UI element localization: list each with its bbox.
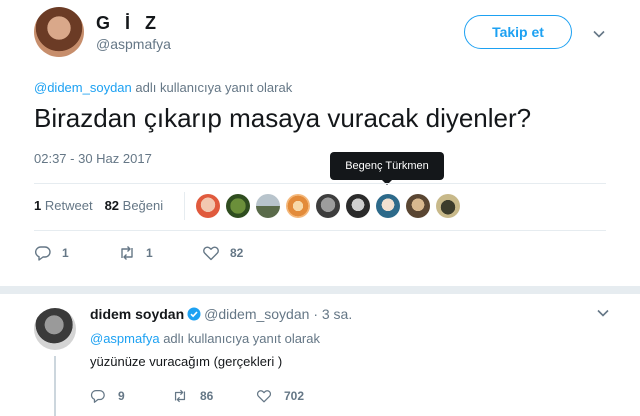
reply-context-text: adlı kullanıcıya yanıt olarak <box>163 331 320 346</box>
like-label: Beğeni <box>122 198 164 213</box>
reply-tweet[interactable]: didem soydan @didem_soydan · 3 sa. @aspma… <box>0 294 640 416</box>
like-button[interactable]: 82 <box>202 243 243 263</box>
like-button[interactable]: 702 <box>256 386 304 406</box>
reply-button[interactable]: 9 <box>90 386 125 406</box>
reply-time[interactable]: · 3 sa. <box>313 306 352 322</box>
reply-icon <box>90 390 105 403</box>
heart-icon <box>203 246 219 261</box>
liker-avatar[interactable] <box>286 194 310 218</box>
liker-avatar[interactable] <box>256 194 280 218</box>
retweet-icon <box>121 246 133 260</box>
follow-button[interactable]: Takip et <box>464 15 572 49</box>
like-count: 82 <box>104 198 120 213</box>
retweet-count: 1 <box>146 246 153 260</box>
reply-button[interactable]: 1 <box>34 243 69 263</box>
handle[interactable]: @aspmafya <box>96 36 171 52</box>
thread-separator <box>0 286 640 294</box>
reply-icon <box>35 246 51 261</box>
reply-text: yüzünüze vuracağım (gerçekleri ) <box>90 354 283 369</box>
retweet-stat[interactable]: 1 Retweet <box>34 198 93 213</box>
reply-mention-link[interactable]: @didem_soydan <box>34 80 132 95</box>
display-name[interactable]: G İ Z <box>96 13 161 34</box>
tweet-stats: 1 Retweet 82 Beğeni <box>34 198 163 213</box>
thread-line <box>54 356 56 416</box>
like-stat[interactable]: 82 Beğeni <box>105 198 164 213</box>
timestamp[interactable]: 02:37 - 30 Haz 2017 <box>34 151 152 166</box>
reply-header: didem soydan @didem_soydan · 3 sa. <box>90 306 352 322</box>
heart-icon <box>256 390 272 403</box>
verified-icon <box>187 307 201 321</box>
divider <box>34 230 606 231</box>
stats-divider <box>184 192 185 220</box>
retweet-label: Retweet <box>44 198 93 213</box>
reply-context: @didem_soydan adlı kullanıcıya yanıt ola… <box>34 80 292 95</box>
liker-avatar[interactable] <box>436 194 460 218</box>
liker-avatar[interactable] <box>346 194 370 218</box>
liker-avatar[interactable] <box>316 194 340 218</box>
display-name[interactable]: didem soydan <box>90 306 184 322</box>
liker-tooltip: Begenç Türkmen <box>330 152 444 185</box>
liker-avatar[interactable] <box>226 194 250 218</box>
retweet-count: 86 <box>200 389 214 403</box>
main-tweet: G İ Z @aspmafya Takip et @didem_soydan a… <box>0 0 640 286</box>
avatar[interactable] <box>34 308 76 350</box>
handle[interactable]: @didem_soydan <box>204 306 309 322</box>
liker-avatar[interactable] <box>196 194 220 218</box>
reply-count: 9 <box>118 389 125 403</box>
divider <box>34 183 606 184</box>
tweet-text: Birazdan çıkarıp masaya vuracak diyenler… <box>34 103 532 133</box>
retweet-icon <box>174 389 186 403</box>
reply-context-text: adlı kullanıcıya yanıt olarak <box>135 80 293 95</box>
reply-count: 1 <box>62 246 69 260</box>
retweet-button[interactable]: 86 <box>172 386 213 406</box>
reply-context: @aspmafya adlı kullanıcıya yanıt olarak <box>90 331 320 346</box>
liker-avatar[interactable] <box>376 194 400 218</box>
chevron-down-icon[interactable] <box>596 306 610 320</box>
retweet-button[interactable]: 1 <box>118 243 153 263</box>
like-count: 82 <box>230 246 244 260</box>
liker-avatar[interactable] <box>406 194 430 218</box>
reply-mention-link[interactable]: @aspmafya <box>90 331 160 346</box>
retweet-count: 1 <box>34 198 42 213</box>
avatar[interactable] <box>34 7 84 57</box>
chevron-down-icon[interactable] <box>592 27 606 41</box>
like-count: 702 <box>284 389 305 403</box>
